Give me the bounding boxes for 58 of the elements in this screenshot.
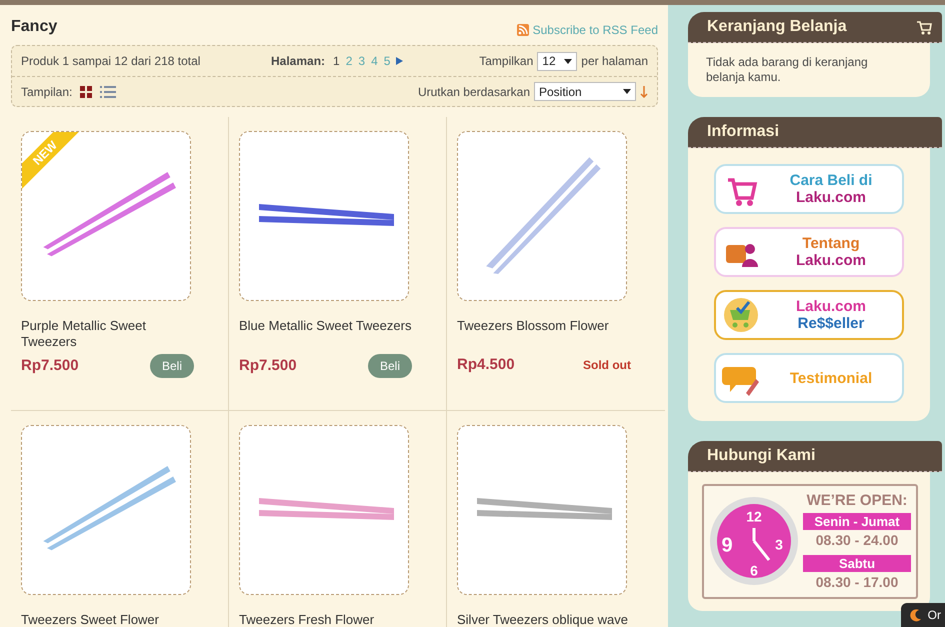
hours-text: 08.30 - 17.00 [814, 572, 900, 592]
banner-text: Laku.com [794, 252, 868, 269]
product-name[interactable]: Tweezers Fresh Flower [239, 612, 414, 627]
category-title: Fancy [11, 17, 58, 37]
per-page-suffix: per halaman [581, 53, 648, 70]
caret-icon [564, 58, 572, 64]
banner-text: Laku.com [794, 298, 868, 315]
hours-text: 08.30 - 24.00 [814, 530, 900, 550]
product-name[interactable]: Tweezers Blossom Flower [457, 318, 632, 350]
clock-number: 6 [750, 562, 758, 579]
per-page-select[interactable]: 12 [537, 52, 578, 70]
banner-text: Tentang [801, 235, 861, 252]
sort-direction-icon[interactable] [640, 86, 648, 98]
caret-icon [623, 89, 631, 94]
page-link[interactable]: 1 [333, 52, 340, 70]
clock-number: 3 [775, 536, 783, 553]
product-name[interactable]: Blue Metallic Sweet Tweezers [239, 318, 414, 350]
product-price: Rp7.500 [21, 356, 79, 376]
product-name[interactable]: Silver Tweezers oblique wave [457, 612, 632, 627]
buy-button[interactable]: Beli [368, 354, 412, 378]
product-price: Rp7.500 [239, 356, 297, 376]
sort-label: Urutkan berdasarkan [418, 84, 530, 100]
list-view-icon[interactable] [100, 86, 116, 98]
show-label: Tampilkan [479, 53, 534, 70]
section-title: Informasi [707, 122, 780, 142]
cart-icon [916, 20, 932, 34]
banner-text: Re$$eller [796, 315, 866, 332]
clock-number: 9 [721, 534, 733, 557]
sort-select[interactable]: Position [534, 82, 636, 101]
sold-out-label: Sold out [583, 358, 631, 372]
info-banner[interactable]: Laku.com Re$$eller [714, 290, 904, 340]
product-image[interactable] [457, 425, 627, 595]
info-banner[interactable]: Tentang Laku.com [714, 227, 904, 277]
clock-number: 12 [746, 508, 762, 525]
empty-cart-text: Tidak ada barang di keranjang belanja kamu. [706, 55, 869, 85]
product-name[interactable]: Tweezers Sweet Flower [21, 612, 196, 627]
grid-view-icon[interactable] [80, 86, 92, 98]
moon-icon [908, 608, 923, 622]
info-banner[interactable]: Cara Beli di Laku.com [714, 164, 904, 214]
next-page-icon[interactable] [396, 57, 404, 65]
rss-icon [516, 24, 529, 36]
section-title: Hubungi Kami [707, 446, 816, 466]
buy-button[interactable]: Beli [150, 354, 194, 378]
day-label: Sabtu [803, 554, 911, 572]
product-name[interactable]: Purple Metallic Sweet Tweezers [21, 318, 196, 350]
product-count: Produk 1 sampai 12 dari 218 total [21, 53, 202, 70]
reseller-icon [722, 296, 760, 334]
banner-text: Cara Beli di [788, 172, 874, 189]
day-label: Senin - Jumat [803, 512, 911, 530]
product-price: Rp4.500 [457, 355, 515, 375]
banner-text: Testimonial [788, 370, 874, 386]
banner-text: Laku.com [794, 189, 868, 206]
product-image[interactable] [239, 131, 409, 301]
open-label: WE’RE OPEN: [806, 491, 908, 511]
pages-label: Halaman: [271, 53, 326, 70]
section-title: Keranjang Belanja [707, 17, 847, 37]
chat-tab[interactable]: Or [900, 603, 945, 627]
view-label: Tampilan: [21, 84, 72, 100]
